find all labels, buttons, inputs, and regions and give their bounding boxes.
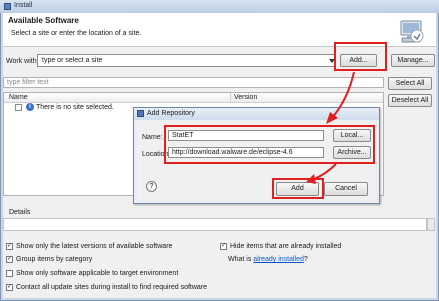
tree-item-checkbox[interactable] xyxy=(15,104,22,111)
manage-sites-button[interactable]: Manage... xyxy=(391,54,435,67)
show-applicable-checkbox[interactable] xyxy=(6,270,13,277)
work-with-combo[interactable]: type or select a site xyxy=(37,54,336,67)
column-separator[interactable] xyxy=(230,93,231,102)
show-applicable-label: Show only software applicable to target … xyxy=(16,270,179,277)
hide-installed-label: Hide items that are already installed xyxy=(230,243,342,250)
select-all-button[interactable]: Select All xyxy=(388,77,432,90)
annotation-arrow-add xyxy=(306,163,337,184)
details-scrollbar[interactable] xyxy=(427,218,435,231)
already-installed-link[interactable]: already installed xyxy=(253,256,304,263)
details-label: Details xyxy=(9,209,31,216)
hide-installed-checkbox[interactable]: ✓ xyxy=(220,243,227,250)
details-area[interactable] xyxy=(3,218,427,231)
name-label: Name: xyxy=(142,134,163,141)
dialog-app-icon xyxy=(137,110,144,117)
group-by-category-label: Group items by category xyxy=(16,256,93,263)
contact-all-sites-checkbox[interactable]: ✓ xyxy=(6,284,13,291)
annotation-box-add xyxy=(334,42,387,71)
show-latest-checkbox[interactable]: ✓ xyxy=(6,243,13,250)
column-header-name[interactable]: Name xyxy=(9,94,28,101)
page-title: Available Software xyxy=(8,16,79,25)
page-subtitle: Select a site or enter the location of a… xyxy=(11,30,142,37)
annotation-box-fields xyxy=(164,125,375,164)
work-with-label: Work with: xyxy=(6,58,39,65)
contact-all-sites-label: Contact all update sites during install … xyxy=(16,284,208,291)
info-icon: i xyxy=(26,103,34,111)
show-latest-label: Show only the latest versions of availab… xyxy=(16,243,173,250)
window-app-icon xyxy=(4,3,11,10)
column-header-version[interactable]: Version xyxy=(234,94,257,101)
question-mark: ? xyxy=(303,256,308,263)
window-title: Install xyxy=(14,2,33,9)
deselect-all-button[interactable]: Deselect All xyxy=(388,94,432,107)
tree-empty-message: There is no site selected. xyxy=(36,104,114,111)
what-is-label: What is xyxy=(228,256,252,263)
group-by-category-checkbox[interactable]: ✓ xyxy=(6,256,13,263)
help-icon[interactable]: ? xyxy=(146,181,157,192)
install-wizard-icon xyxy=(400,20,424,43)
dialog-title: Add Repository xyxy=(147,110,195,117)
what-is-installed-text: What is already installed? xyxy=(228,256,308,263)
window-titlebar xyxy=(0,0,439,13)
annotation-arrow-down xyxy=(326,71,355,124)
